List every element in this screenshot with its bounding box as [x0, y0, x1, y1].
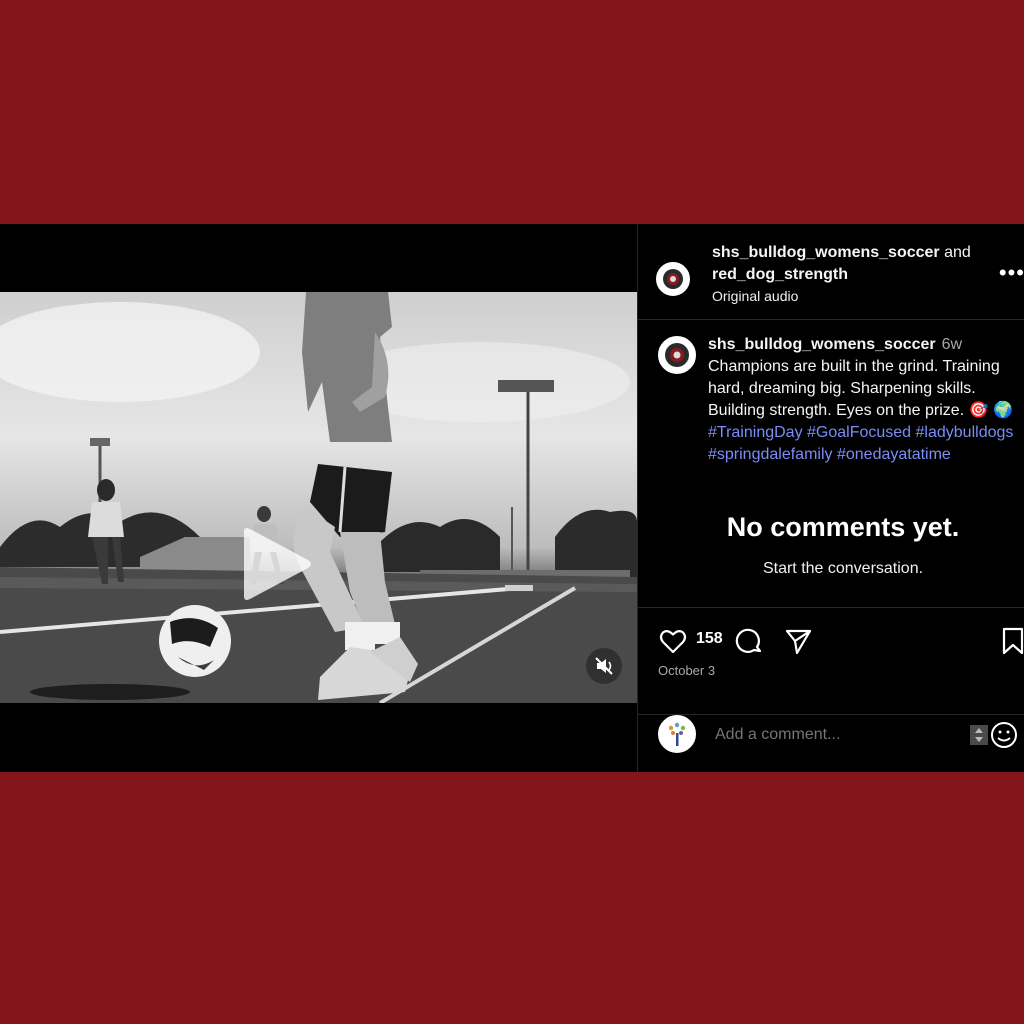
muted-speaker-icon [595, 657, 613, 675]
hashtag-link[interactable]: #ladybulldogs [916, 424, 1014, 441]
post-header: shs_bulldog_womens_soccer and red_dog_st… [638, 224, 1024, 320]
caption-text: shs_bulldog_womens_soccer 6w Champions ar… [708, 334, 1024, 466]
hashtag-link[interactable]: #onedayatatime [837, 446, 951, 463]
post-age: 6w [941, 336, 963, 353]
no-comments-subtitle: Start the conversation. [762, 560, 924, 577]
team-crest-icon [662, 340, 692, 370]
hashtag-link[interactable]: #TrainingDay [708, 424, 803, 441]
action-bar: 158 October 3 [638, 607, 1024, 715]
globe-emoji: 🌍 [992, 402, 1013, 419]
more-options-button[interactable]: ••• [999, 260, 1024, 286]
emoji-icon[interactable] [970, 721, 1022, 749]
like-count[interactable]: 158 [696, 630, 723, 648]
play-icon[interactable] [236, 524, 316, 604]
comment-input[interactable] [713, 725, 957, 745]
post-date: October 3 [658, 663, 716, 678]
caption-author-avatar[interactable] [658, 336, 696, 374]
mute-button[interactable] [586, 648, 622, 684]
hashtag-link[interactable]: #GoalFocused [807, 424, 911, 441]
training-video-frame [0, 292, 637, 703]
viewer-avatar[interactable] [658, 715, 696, 753]
heart-icon[interactable] [658, 626, 688, 656]
collaborator-username[interactable]: red_dog_strength [712, 264, 971, 286]
video-player[interactable] [0, 292, 637, 703]
hashtag-link[interactable]: #springdalefamily [708, 446, 833, 463]
paper-plane-icon[interactable] [783, 626, 813, 656]
author-avatar[interactable] [656, 262, 690, 296]
header-text: shs_bulldog_womens_soccer and red_dog_st… [712, 242, 971, 306]
team-crest-icon [660, 266, 686, 292]
collab-connector: and [944, 244, 971, 261]
instagram-post: shs_bulldog_womens_soccer and red_dog_st… [0, 224, 1024, 772]
no-comments-title: No comments yet. [726, 512, 960, 542]
author-username[interactable]: shs_bulldog_womens_soccer [712, 244, 940, 261]
post-sidebar: shs_bulldog_womens_soccer and red_dog_st… [637, 224, 1024, 772]
comment-composer [638, 715, 1024, 772]
bookmark-icon[interactable] [1000, 626, 1024, 656]
caption-author[interactable]: shs_bulldog_womens_soccer [708, 336, 936, 353]
audio-label[interactable]: Original audio [712, 286, 971, 306]
tree-logo-icon [659, 716, 695, 752]
caption-body: Champions are built in the grind. Traini… [708, 358, 1000, 419]
post-media[interactable] [0, 224, 637, 772]
comment-bubble-icon[interactable] [734, 626, 764, 656]
